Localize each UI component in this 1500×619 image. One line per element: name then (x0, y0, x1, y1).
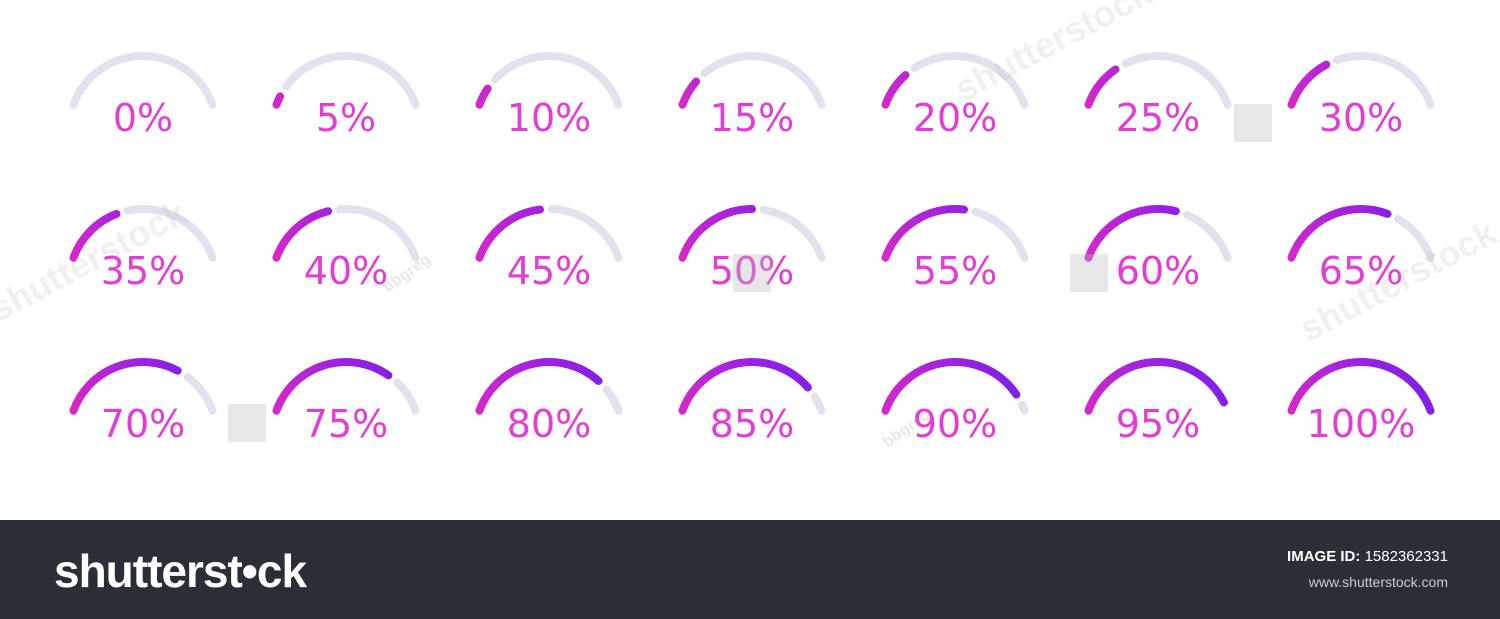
percentage-gauge: 0% (63, 50, 223, 160)
gauge-percent-label: 100% (1306, 402, 1416, 446)
gauge-percent-label: 15% (709, 96, 795, 140)
percentage-gauge: 50% (672, 203, 832, 313)
percentage-gauge: 5% (266, 50, 426, 160)
gauge-percent-label: 85% (709, 402, 795, 446)
percentage-gauge: 65% (1281, 203, 1441, 313)
gauge-percent-label: 20% (912, 96, 998, 140)
gauge-percent-label: 45% (506, 249, 592, 293)
gauge-percent-label: 55% (912, 249, 998, 293)
shutterstock-logo: shutterst•ck (54, 545, 307, 597)
gauge-percent-label: 40% (303, 249, 389, 293)
percentage-gauge: 15% (672, 50, 832, 160)
percentage-gauge: 80% (469, 356, 629, 466)
image-id-value: 1582362331 (1364, 548, 1448, 565)
gauge-percent-label: 25% (1115, 96, 1201, 140)
gauge-percent-label: 65% (1318, 249, 1404, 293)
gauge-grid: 0% 5% 10% 15% 20% 25% 30% 35% 40% 45% 50% 55% 60% 65%… (0, 0, 1500, 520)
percentage-gauge: 70% (63, 356, 223, 466)
percentage-gauge: 25% (1078, 50, 1238, 160)
gauge-percent-label: 30% (1318, 96, 1404, 140)
percentage-gauge: 10% (469, 50, 629, 160)
percentage-gauge: 95% (1078, 356, 1238, 466)
image-id: IMAGE ID: 1582362331 (1287, 548, 1448, 565)
gauge-percent-label: 80% (506, 402, 592, 446)
gauge-percent-label: 35% (100, 249, 186, 293)
percentage-gauge: 90% (875, 356, 1035, 466)
percentage-gauge: 55% (875, 203, 1035, 313)
footer-bar: shutterst•ck IMAGE ID: 1582362331 www.sh… (0, 520, 1500, 619)
image-id-label: IMAGE ID: (1287, 548, 1361, 565)
gauge-percent-label: 10% (506, 96, 592, 140)
percentage-gauge: 45% (469, 203, 629, 313)
percentage-gauge: 75% (266, 356, 426, 466)
percentage-gauge: 60% (1078, 203, 1238, 313)
gauge-percent-label: 5% (315, 96, 377, 140)
percentage-gauge: 100% (1281, 356, 1441, 466)
gauge-percent-label: 50% (709, 249, 795, 293)
percentage-gauge: 20% (875, 50, 1035, 160)
gauge-percent-label: 75% (303, 402, 389, 446)
percentage-gauge: 30% (1281, 50, 1441, 160)
percentage-gauge: 40% (266, 203, 426, 313)
gauge-percent-label: 70% (100, 402, 186, 446)
footer-url: www.shutterstock.com (1308, 574, 1448, 590)
gauge-percent-label: 90% (912, 402, 998, 446)
percentage-gauge: 35% (63, 203, 223, 313)
gauge-percent-label: 60% (1115, 249, 1201, 293)
gauge-percent-label: 95% (1115, 402, 1201, 446)
gauge-percent-label: 0% (112, 96, 174, 140)
percentage-gauge: 85% (672, 356, 832, 466)
